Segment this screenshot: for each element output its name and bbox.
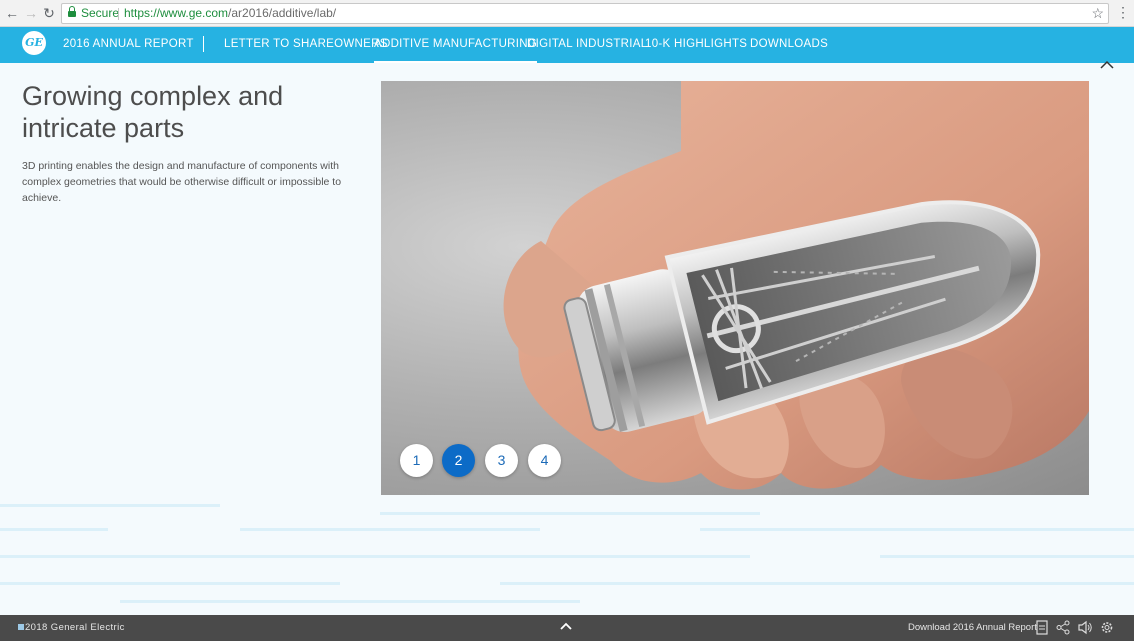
nav-additive-manufacturing[interactable]: ADDITIVE MANUFACTURING: [374, 27, 538, 63]
decor-stripe: [500, 582, 1134, 585]
copyright-mark-icon: [18, 624, 24, 631]
site-nav-bar: GE 2016 ANNUAL REPORT LETTER TO SHAREOWN…: [0, 27, 1134, 63]
page-headline: Growing complex and intricate parts: [22, 81, 284, 143]
browser-menu-icon[interactable]: ⋮: [1116, 5, 1130, 19]
lock-icon: [68, 6, 76, 18]
address-bar[interactable]: Secure https://www.ge.com/ar2016/additiv…: [61, 3, 1109, 24]
forward-arrow-icon[interactable]: →: [23, 5, 39, 21]
page-description: 3D printing enables the design and manuf…: [22, 160, 342, 204]
reload-icon[interactable]: ↻: [41, 5, 57, 21]
gallery-page-1-button[interactable]: 1: [400, 444, 433, 477]
sound-icon[interactable]: [1077, 620, 1093, 635]
url-text: https://www.ge.com/ar2016/additive/lab/: [124, 6, 337, 20]
site-footer: 2018 General Electric Download 2016 Annu…: [0, 615, 1134, 641]
gallery-page-4-button[interactable]: 4: [528, 444, 561, 477]
chevron-up-icon[interactable]: [1100, 58, 1114, 72]
decor-stripe: [380, 512, 760, 515]
decor-stripe: [0, 528, 108, 531]
nav-annual-report[interactable]: 2016 ANNUAL REPORT: [63, 27, 194, 63]
gallery-photo: [381, 81, 1089, 495]
download-report-link[interactable]: Download 2016 Annual Report: [908, 615, 1037, 641]
address-separator: [118, 8, 119, 20]
nav-letter-to-shareowners[interactable]: LETTER TO SHAREOWNERS: [224, 27, 388, 63]
pdf-icon[interactable]: [1036, 620, 1050, 635]
settings-icon[interactable]: [1100, 620, 1114, 635]
decor-stripe: [0, 582, 340, 585]
gallery-page-2-button[interactable]: 2: [442, 444, 475, 477]
decor-stripe: [240, 528, 540, 531]
browser-toolbar: ← → ↻ Secure https://www.ge.com/ar2016/a…: [0, 0, 1134, 27]
decor-stripe: [700, 528, 1134, 531]
nav-downloads[interactable]: DOWNLOADS: [750, 27, 828, 63]
printed-part-photo-illustration: [503, 81, 1089, 490]
secure-label: Secure: [81, 6, 120, 20]
ge-logo[interactable]: GE: [22, 31, 46, 55]
decor-stripe: [880, 555, 1134, 558]
back-arrow-icon[interactable]: ←: [4, 5, 20, 21]
decor-stripe: [0, 504, 220, 507]
gallery-page-3-button[interactable]: 3: [485, 444, 518, 477]
nav-10k-highlights[interactable]: 10-K HIGHLIGHTS: [645, 27, 747, 63]
nav-divider: [203, 36, 204, 52]
nav-digital-industrial[interactable]: DIGITAL INDUSTRIAL: [527, 27, 647, 63]
decor-stripe: [0, 555, 750, 558]
bookmark-star-icon[interactable]: ☆: [1091, 4, 1104, 23]
share-icon[interactable]: [1056, 620, 1070, 635]
copyright-text: 2018 General Electric: [18, 615, 125, 641]
decor-stripe: [120, 600, 580, 603]
footer-chevron-up-icon[interactable]: [559, 620, 573, 634]
